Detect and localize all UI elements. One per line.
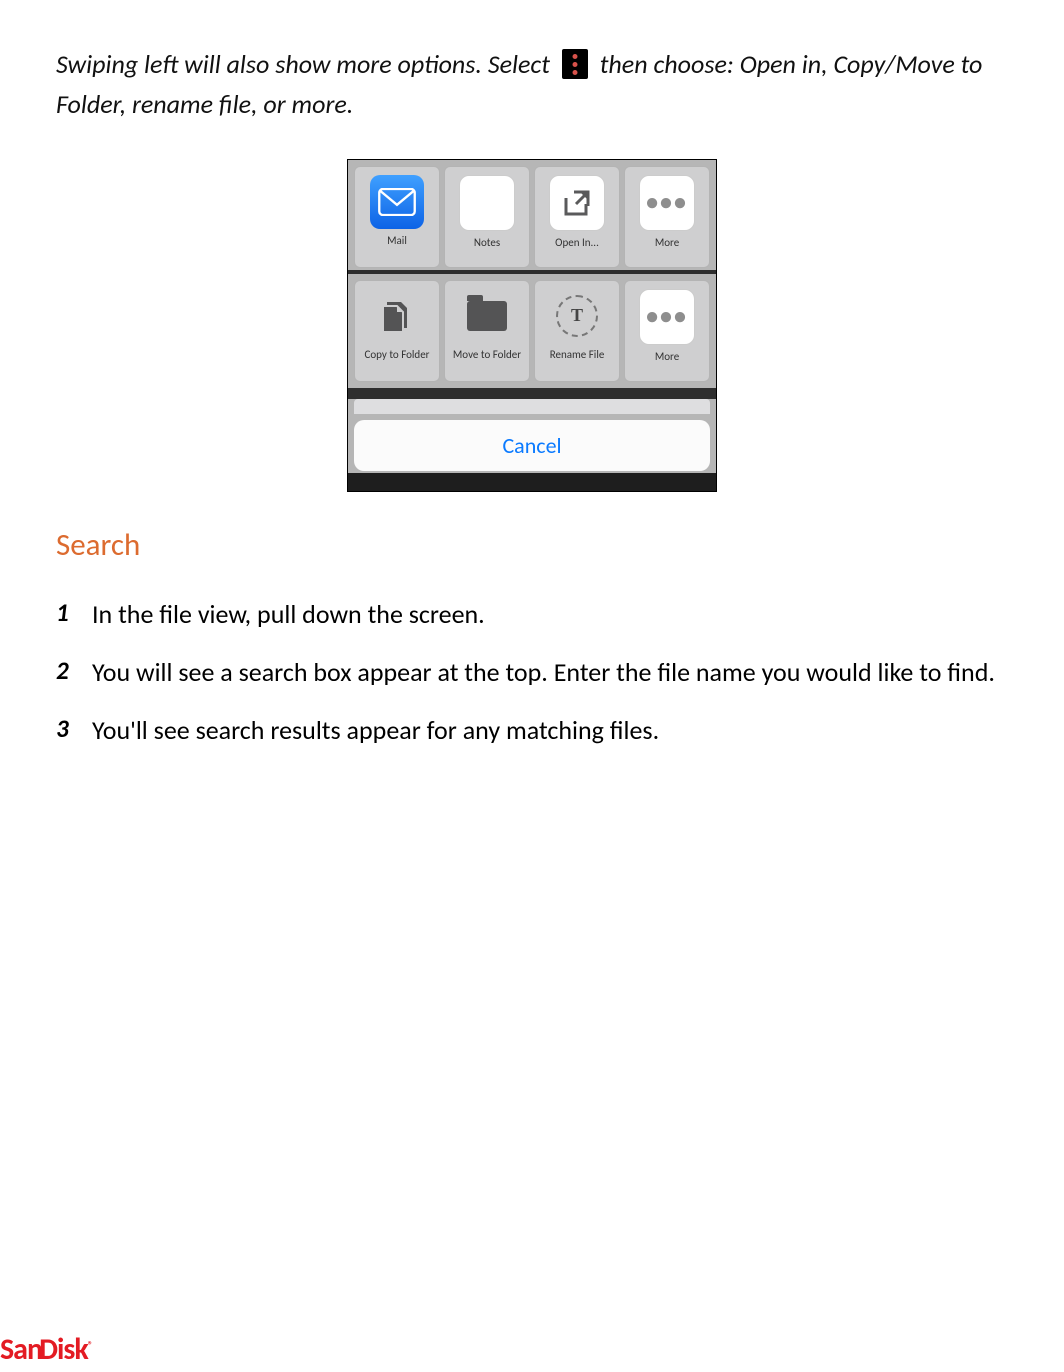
background-filename-strip bbox=[354, 399, 710, 414]
action-tile-label: More bbox=[627, 351, 707, 375]
more-icon: ••• bbox=[639, 175, 695, 231]
copy-to-folder-icon bbox=[370, 289, 424, 343]
intro-text-1: Swiping left will also show more options… bbox=[56, 48, 550, 80]
more-dots: ••• bbox=[646, 302, 688, 331]
share-sheet-screenshot: Mail Notes Open In... bbox=[347, 159, 717, 492]
section-heading-search: Search bbox=[56, 526, 1008, 564]
search-step: In the file view, pull down the screen. bbox=[86, 594, 1008, 634]
share-tile-label: Mail bbox=[357, 235, 437, 259]
background-strip bbox=[348, 388, 716, 399]
more-icon: ••• bbox=[639, 289, 695, 345]
more-dots: ••• bbox=[646, 188, 688, 217]
share-tile-mail: Mail bbox=[354, 166, 440, 268]
action-tile-copy-to-folder: Copy to Folder bbox=[354, 280, 440, 382]
more-options-vertical-icon bbox=[562, 49, 588, 79]
action-tile-move-to-folder: Move to Folder bbox=[444, 280, 530, 382]
rename-file-icon: T bbox=[550, 289, 604, 343]
background-bottom-strip bbox=[348, 473, 716, 491]
move-to-folder-icon bbox=[460, 289, 514, 343]
sandisk-logo: SanDisk® bbox=[0, 1331, 92, 1368]
search-steps-list: In the file view, pull down the screen. … bbox=[56, 594, 1008, 751]
cancel-label: Cancel bbox=[502, 432, 561, 459]
share-tile-open-in: Open In... bbox=[534, 166, 620, 268]
action-tile-label: Rename File bbox=[537, 349, 617, 373]
share-tile-more-apps: ••• More bbox=[624, 166, 710, 268]
action-tile-label: Copy to Folder bbox=[357, 349, 437, 373]
share-tile-label: More bbox=[627, 237, 707, 261]
notes-icon bbox=[459, 175, 515, 231]
search-step: You'll see search results appear for any… bbox=[86, 710, 1008, 750]
action-tile-label: Move to Folder bbox=[447, 349, 527, 373]
share-tile-label: Open In... bbox=[537, 237, 617, 261]
intro-paragraph: Swiping left will also show more options… bbox=[56, 44, 1008, 125]
share-row-actions: Copy to Folder Move to Folder T Rename F… bbox=[348, 274, 716, 388]
action-tile-rename-file: T Rename File bbox=[534, 280, 620, 382]
cancel-button: Cancel bbox=[354, 420, 710, 471]
share-tile-label: Notes bbox=[447, 237, 527, 261]
rename-letter: T bbox=[571, 305, 583, 326]
mail-icon bbox=[370, 175, 424, 229]
share-row-apps: Mail Notes Open In... bbox=[348, 160, 716, 270]
open-in-icon bbox=[549, 175, 605, 231]
search-step: You will see a search box appear at the … bbox=[86, 652, 1008, 692]
share-tile-notes: Notes bbox=[444, 166, 530, 268]
action-tile-more-actions: ••• More bbox=[624, 280, 710, 382]
